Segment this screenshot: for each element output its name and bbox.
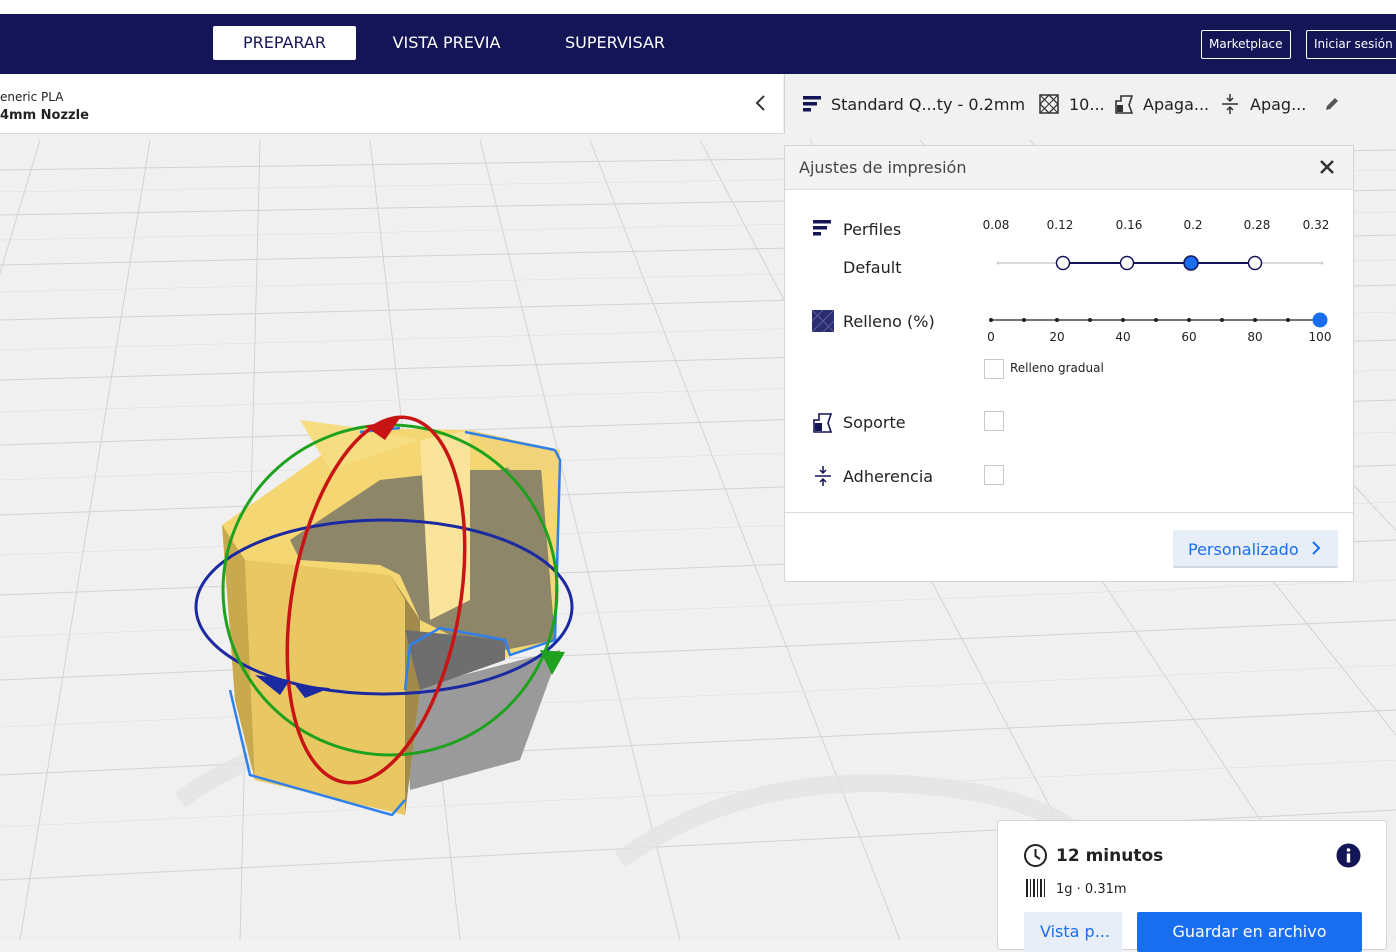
infill-slider[interactable] (983, 310, 1328, 332)
panel-title: Ajustes de impresión (799, 158, 967, 177)
info-icon[interactable] (1336, 843, 1361, 868)
profile-summary: Standard Q...ty - 0.2mm (831, 95, 1026, 114)
adhesion-checkbox[interactable] (984, 465, 1004, 485)
save-to-file-button[interactable]: Guardar en archivo (1137, 912, 1362, 952)
chevron-right-icon (1312, 541, 1321, 555)
tab-prepare[interactable]: PREPARAR (213, 26, 356, 60)
material-label: eneric PLA (0, 90, 64, 104)
support-checkbox[interactable] (984, 411, 1004, 431)
app-header: PREPARAR VISTA PREVIA SUPERVISAR Marketp… (0, 14, 1396, 74)
profiles-label: Perfiles (843, 220, 902, 239)
profile-icon (803, 96, 821, 112)
machine-selector[interactable]: eneric PLA 4mm Nozzle (0, 74, 783, 134)
infill-tick-label: 0 (987, 330, 995, 344)
infill-icon (812, 310, 834, 332)
adhesion-icon (815, 466, 831, 486)
print-time: 12 minutos (1056, 846, 1164, 866)
infill-tick-label: 100 (1308, 330, 1332, 344)
layer-height-option[interactable] (1119, 255, 1135, 271)
layer-height-option[interactable] (1247, 255, 1263, 271)
chevron-left-icon[interactable] (752, 92, 770, 114)
support-icon (813, 413, 833, 433)
print-settings-bar[interactable]: Standard Q...ty - 0.2mm 10... Apaga... A… (784, 74, 1354, 134)
material-usage: 1g · 0.31m (1056, 882, 1127, 897)
infill-summary: 10... (1069, 95, 1105, 114)
clock-icon (1024, 844, 1047, 867)
support-label: Soporte (843, 413, 906, 432)
layer-height-selected-handle[interactable] (1183, 255, 1199, 271)
layer-height-label: 0.12 (1046, 218, 1074, 232)
layer-height-label: 0.16 (1115, 218, 1143, 232)
tab-monitor[interactable]: SUPERVISAR (545, 26, 685, 60)
pencil-icon[interactable] (1321, 93, 1343, 115)
adhesion-summary: Apag... (1250, 95, 1307, 114)
signin-button[interactable]: Iniciar sesión (1306, 30, 1396, 59)
infill-tick-label: 60 (1181, 330, 1197, 344)
infill-slider-handle[interactable] (1312, 312, 1328, 328)
infill-icon (1039, 94, 1059, 114)
gradual-infill-label: Relleno gradual (1010, 361, 1104, 375)
adhesion-icon (1222, 94, 1238, 114)
infill-tick-label: 20 (1049, 330, 1065, 344)
tab-preview[interactable]: VISTA PREVIA (375, 26, 518, 60)
layer-height-label: 0.28 (1243, 218, 1271, 232)
close-icon[interactable] (1318, 158, 1336, 176)
window-top-strip (0, 0, 1396, 14)
layer-height-label: 0.32 (1302, 218, 1330, 232)
panel-header: Ajustes de impresión (785, 146, 1353, 190)
print-settings-panel: Ajustes de impresión Perfiles Default 0.… (784, 145, 1354, 582)
custom-settings-button[interactable]: Personalizado (1173, 530, 1338, 568)
preview-button[interactable]: Vista p... (1024, 912, 1122, 952)
infill-tick-label: 80 (1247, 330, 1263, 344)
profile-icon (813, 220, 831, 236)
material-spool-icon (1026, 879, 1045, 897)
layer-height-label: 0.08 (982, 218, 1010, 232)
adhesion-label: Adherencia (843, 467, 934, 486)
infill-tick-label: 40 (1115, 330, 1131, 344)
layer-height-slider[interactable] (990, 252, 1335, 274)
gradual-infill-checkbox[interactable] (984, 359, 1004, 379)
profile-name: Default (843, 258, 902, 277)
custom-settings-label: Personalizado (1188, 540, 1299, 559)
layer-height-option[interactable] (1055, 255, 1071, 271)
layer-height-label: 0.2 (1183, 218, 1203, 232)
nozzle-label: 4mm Nozzle (0, 108, 89, 123)
support-icon (1115, 95, 1134, 114)
marketplace-button[interactable]: Marketplace (1201, 30, 1291, 59)
print-job-panel: 12 minutos 1g · 0.31m Vista p... Guardar… (997, 820, 1387, 952)
support-summary: Apaga... (1143, 95, 1210, 114)
panel-divider (785, 512, 1353, 513)
infill-label: Relleno (%) (843, 312, 935, 331)
